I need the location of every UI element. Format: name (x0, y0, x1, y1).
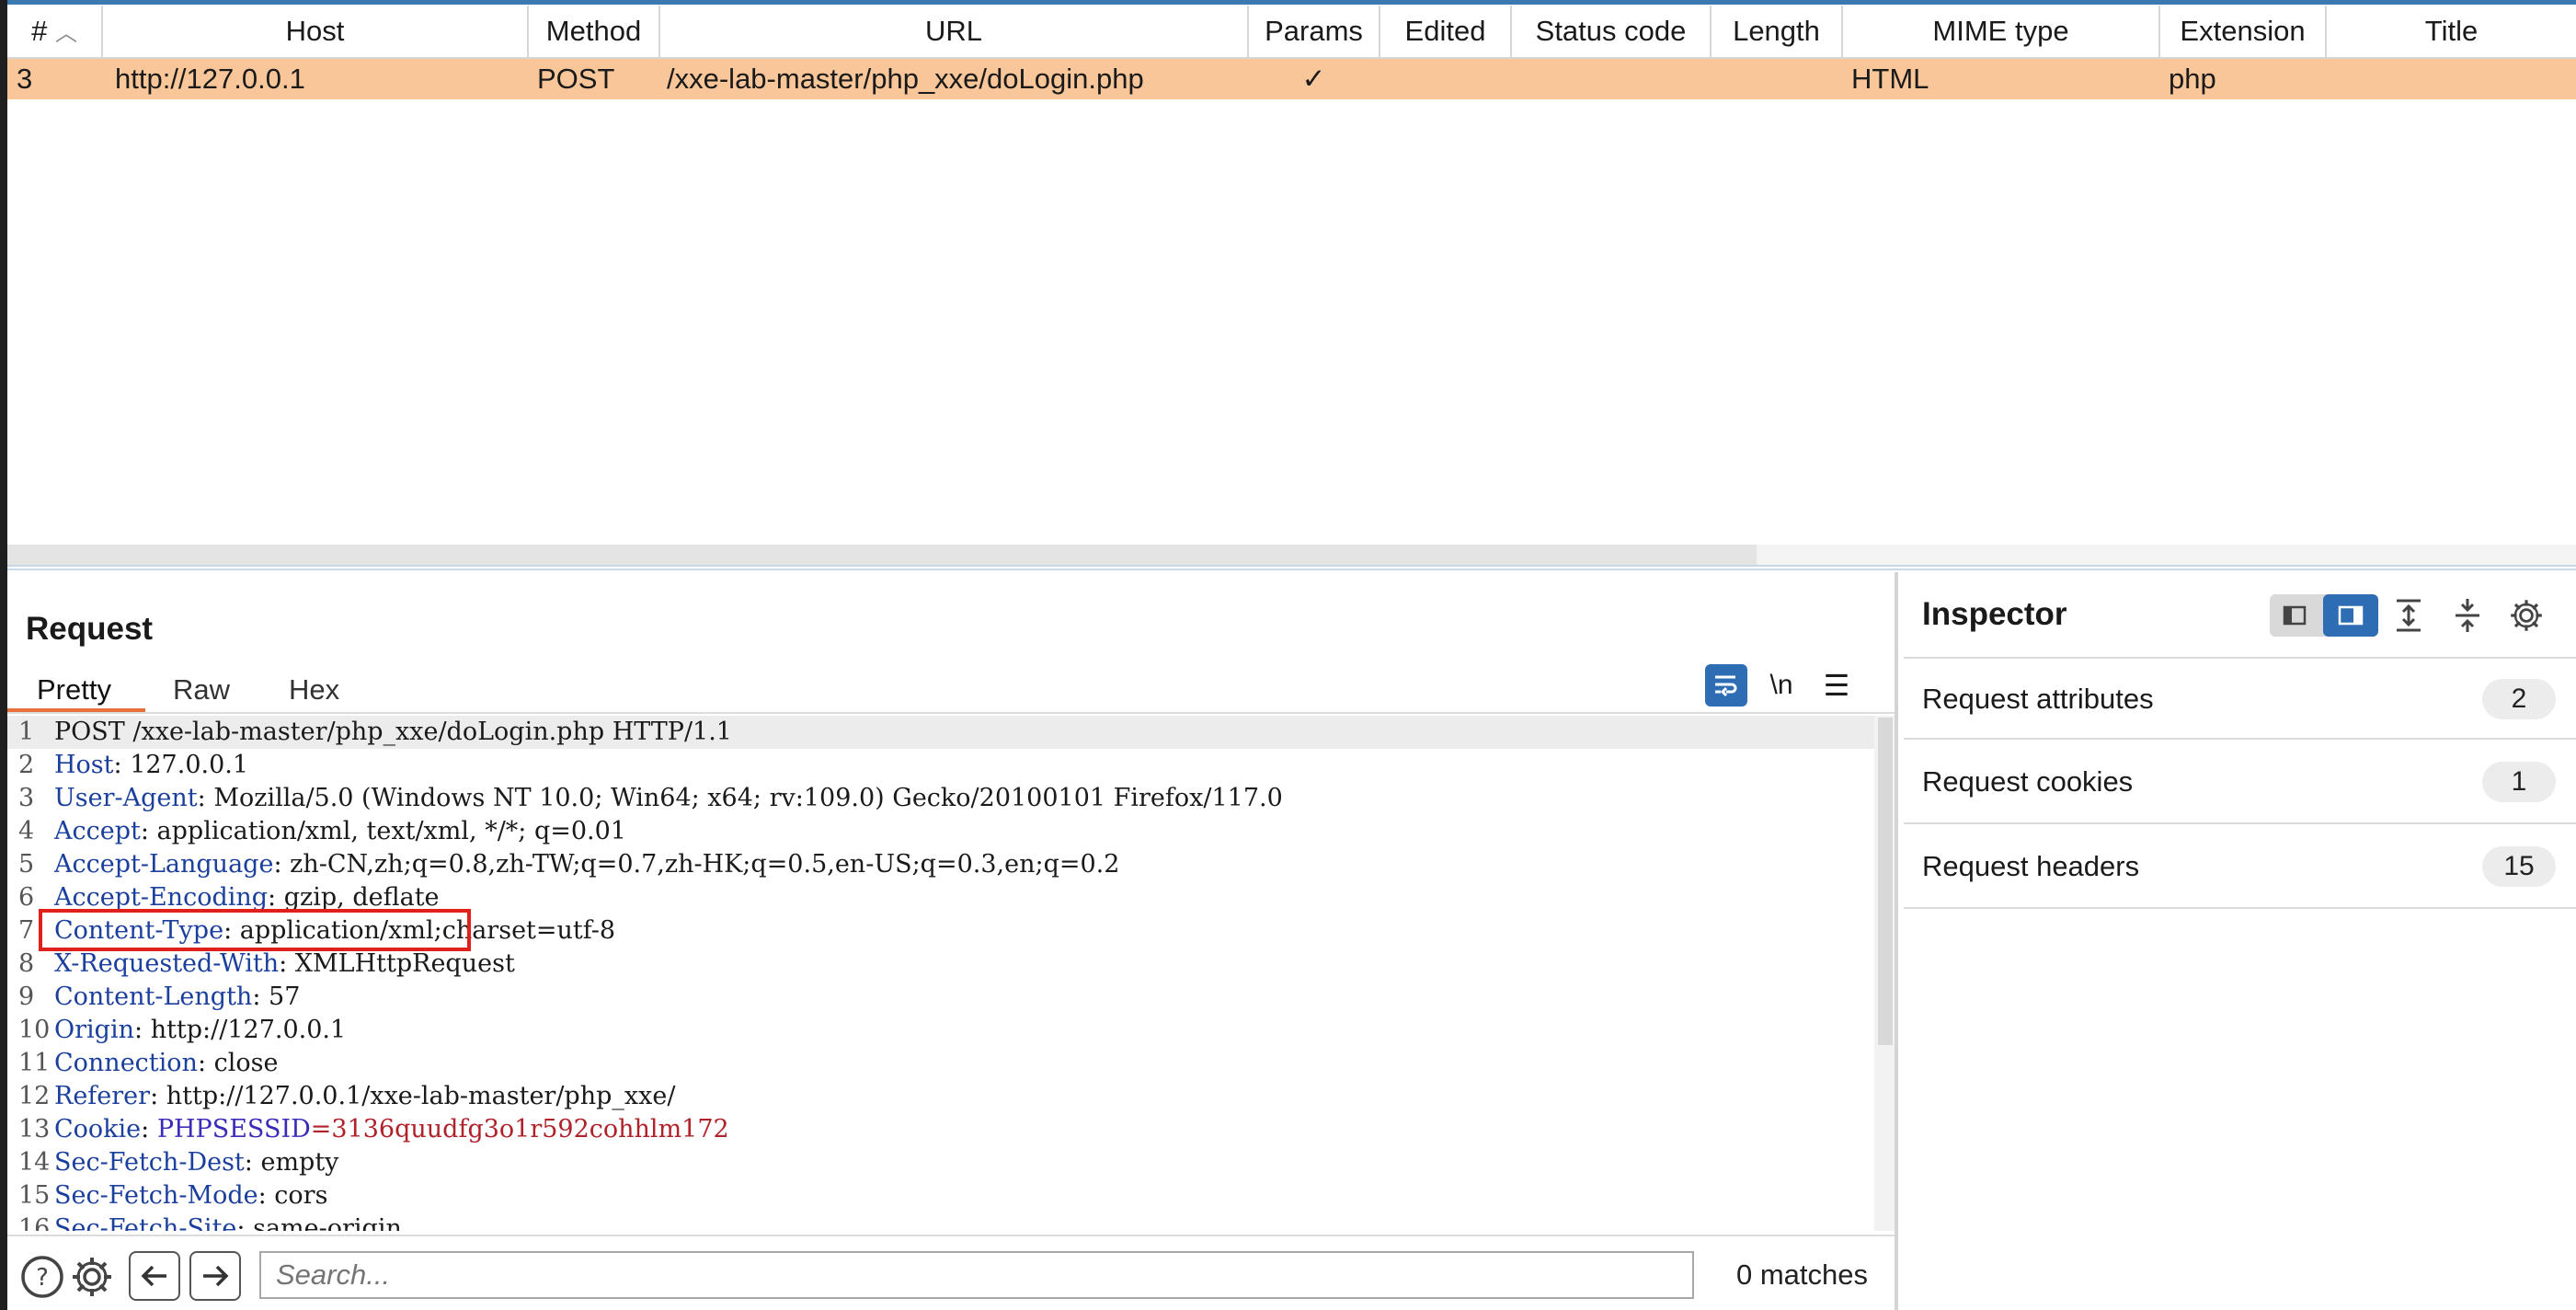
panel-splitter[interactable] (0, 565, 2576, 570)
count-badge: 1 (2482, 762, 2556, 802)
content-type-highlight-box (39, 909, 471, 951)
code-line: 1 POST /xxe-lab-master/php_xxe/doLogin.p… (7, 716, 1874, 749)
layout-vertical-icon[interactable] (2323, 594, 2378, 637)
history-horizontal-scrollbar-track[interactable] (1757, 545, 2576, 565)
code-vertical-scrollbar-thumb[interactable] (1878, 718, 1893, 1045)
arrow-right-icon (203, 1265, 229, 1287)
code-line: 10 Origin: http://127.0.0.1 (18, 1016, 347, 1044)
cell-title (2326, 58, 2576, 99)
code-line: 11 Connection: close (18, 1049, 279, 1077)
expand-all-icon[interactable] (2387, 594, 2430, 637)
match-count: 0 matches (1736, 1258, 1869, 1291)
svg-text:?: ? (36, 1264, 49, 1292)
code-line: 2 Host: 127.0.0.1 (18, 751, 249, 779)
code-line: 3 User-Agent: Mozilla/5.0 (Windows NT 10.… (18, 784, 1283, 812)
gear-icon (73, 1258, 111, 1296)
request-title: Request (26, 611, 154, 647)
history-horizontal-scrollbar-thumb[interactable] (7, 545, 1757, 565)
col-header-length[interactable]: Length (1711, 6, 1843, 59)
top-border (0, 0, 2576, 5)
cell-method: POST (528, 58, 659, 99)
arrow-left-icon (141, 1265, 166, 1287)
search-bar-divider (7, 1235, 1895, 1236)
wrap-icon (1715, 675, 1737, 697)
col-header-mime[interactable]: MIME type (1842, 6, 2160, 59)
inspector-settings-gear-icon[interactable] (2505, 594, 2547, 637)
code-line: 5 Accept-Language: zh-CN,zh;q=0.8,zh-TW;q… (18, 850, 1120, 879)
show-newlines-button[interactable]: \n (1760, 664, 1803, 707)
tab-raw[interactable]: Raw (173, 673, 230, 707)
word-wrap-toggle[interactable] (1705, 664, 1747, 707)
cell-params-check: ✓ (1248, 58, 1380, 99)
count-badge: 2 (2482, 679, 2556, 719)
tab-hex[interactable]: Hex (289, 673, 339, 707)
code-line: 8 X-Requested-With: XMLHttpRequest (18, 949, 515, 978)
col-header-num[interactable]: # ︿ (7, 6, 103, 59)
col-header-extension[interactable]: Extension (2159, 6, 2327, 59)
col-header-edited[interactable]: Edited (1380, 6, 1512, 59)
cell-mime: HTML (1842, 58, 2159, 99)
col-header-host[interactable]: Host (102, 6, 529, 59)
history-panel: # ︿ Host Method URL Params Edited Status… (0, 0, 2576, 570)
inspector-title: Inspector (1922, 596, 2067, 632)
search-settings-gear-icon[interactable] (66, 1251, 118, 1303)
cell-edited (1380, 58, 1511, 99)
code-line: 9 Content-Length: 57 (18, 982, 301, 1011)
col-header-title[interactable]: Title (2326, 6, 2576, 59)
table-row[interactable]: 3 http://127.0.0.1 POST /xxe-lab-master/… (7, 58, 2576, 99)
history-table: # ︿ Host Method URL Params Edited Status… (7, 6, 2576, 99)
code-line: 13 Cookie: PHPSESSID=3136quudfg3o1r592coh… (18, 1115, 729, 1143)
code-line: 14 Sec-Fetch-Dest: empty (18, 1148, 339, 1177)
history-header-row: # ︿ Host Method URL Params Edited Status… (7, 6, 2576, 59)
next-match-button[interactable] (189, 1251, 241, 1301)
cell-host: http://127.0.0.1 (102, 58, 528, 99)
inspector-request-cookies[interactable]: Request cookies 1 (1904, 741, 2576, 824)
col-header-url[interactable]: URL (659, 6, 1249, 59)
search-input[interactable] (259, 1251, 1694, 1299)
request-code-view[interactable]: 1 POST /xxe-lab-master/php_xxe/doLogin.p… (7, 716, 1874, 1231)
cell-url: /xxe-lab-master/php_xxe/doLogin.php (659, 58, 1248, 99)
col-header-status[interactable]: Status code (1511, 6, 1712, 59)
inspector-request-headers[interactable]: Request headers 15 (1904, 826, 2576, 909)
cell-num: 3 (7, 58, 102, 99)
cell-length (1711, 58, 1842, 99)
col-header-method[interactable]: Method (528, 6, 660, 59)
code-line: 4 Accept: application/xml, text/xml, */*;… (18, 817, 626, 845)
code-line: 15 Sec-Fetch-Mode: cors (18, 1181, 328, 1210)
tabs-divider (7, 712, 1895, 714)
col-header-params[interactable]: Params (1248, 6, 1380, 59)
previous-match-button[interactable] (129, 1251, 180, 1301)
left-edge-bar (0, 0, 7, 1310)
code-line: 12 Referer: http://127.0.0.1/xxe-lab-mast… (18, 1082, 676, 1110)
help-icon[interactable]: ? (17, 1251, 68, 1303)
sort-ascending-icon: ︿ (54, 21, 77, 46)
tab-pretty[interactable]: Pretty (37, 673, 111, 707)
inspector-layout-toggle (2270, 594, 2378, 637)
cell-status (1511, 58, 1711, 99)
inspector-request-attributes[interactable]: Request attributes 2 (1904, 657, 2576, 740)
request-tabs: Pretty Raw Hex (7, 668, 1895, 714)
count-badge: 15 (2482, 846, 2556, 887)
inspector-panel: Inspector Request attributes 2 Request c… (1898, 572, 2576, 1310)
help-circle-icon: ? (21, 1256, 63, 1298)
code-line: 16 Sec-Fetch-Site: same-origin (18, 1214, 402, 1231)
cell-extension: php (2159, 58, 2326, 99)
collapse-all-icon[interactable] (2446, 594, 2489, 637)
layout-horizontal-icon[interactable] (2283, 603, 2307, 627)
menu-icon[interactable]: ☰ (1815, 664, 1858, 707)
